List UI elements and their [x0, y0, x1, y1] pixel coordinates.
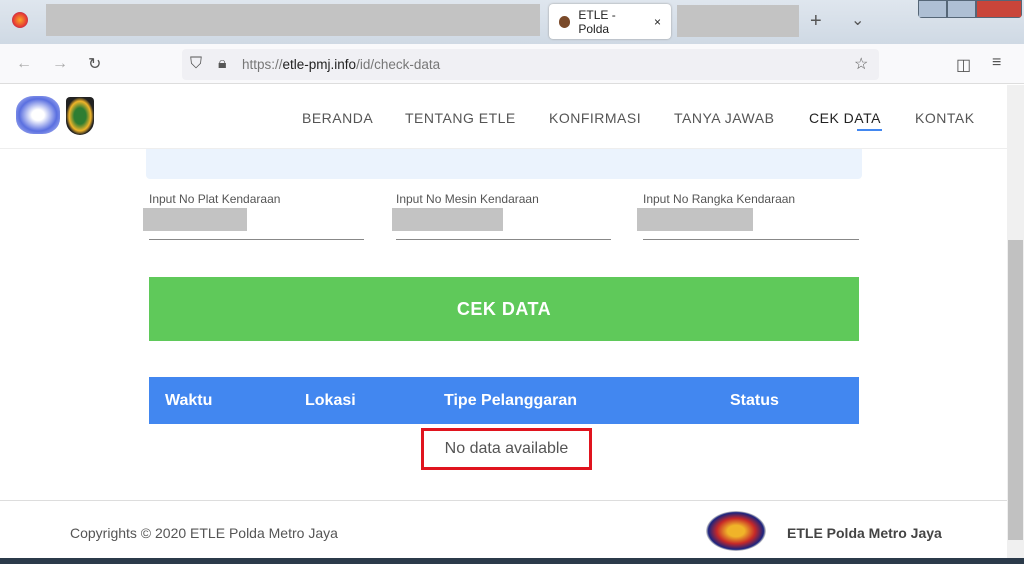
copyright-text: Copyrights © 2020 ETLE Polda Metro Jaya [70, 525, 338, 541]
url-path: /id/check-data [356, 57, 441, 72]
rangka-label: Input No Rangka Kendaraan [643, 192, 796, 206]
nav-tentang-etle[interactable]: TENTANG ETLE [405, 110, 516, 126]
mesin-input[interactable] [396, 239, 611, 240]
restore-button[interactable] [947, 0, 977, 18]
back-icon[interactable]: ← [16, 55, 32, 73]
minimize-button[interactable] [918, 0, 948, 18]
menu-icon[interactable]: ≡ [992, 54, 1001, 72]
redacted-tabs[interactable] [46, 4, 540, 36]
nav-cek-data[interactable]: CEK DATA [809, 110, 881, 126]
logo-polda[interactable] [66, 97, 94, 135]
table-header: Waktu Lokasi Tipe Pelanggaran Status [149, 377, 859, 424]
taskbar [0, 558, 1024, 564]
nav-kontak[interactable]: KONTAK [915, 110, 975, 126]
close-window-button[interactable] [976, 0, 1022, 18]
footer: Copyrights © 2020 ETLE Polda Metro Jaya … [0, 500, 1007, 558]
tab-active[interactable]: ETLE - Polda × [549, 4, 671, 39]
firefox-icon[interactable] [12, 12, 28, 28]
mesin-label: Input No Mesin Kendaraan [396, 192, 539, 206]
rangka-input-value[interactable] [637, 208, 753, 231]
url-scheme: https:// [242, 57, 283, 72]
site-favicon-icon [559, 15, 571, 28]
nav-beranda[interactable]: BERANDA [302, 110, 373, 126]
nav-active-indicator [857, 129, 882, 131]
pocket-icon[interactable]: ◫ [956, 55, 971, 75]
new-tab-icon[interactable]: + [810, 10, 822, 33]
col-tipe-pelanggaran[interactable]: Tipe Pelanggaran [444, 392, 577, 410]
col-waktu[interactable]: Waktu [165, 392, 212, 410]
url-host: etle-pmj.info [282, 57, 357, 72]
no-data-message: No data available [421, 428, 592, 470]
window-controls [918, 0, 1022, 18]
info-panel [146, 149, 862, 179]
mesin-input-value[interactable] [392, 208, 503, 231]
plat-input-value[interactable] [143, 208, 247, 231]
list-tabs-icon[interactable]: ⌄ [851, 10, 864, 30]
col-lokasi[interactable]: Lokasi [305, 392, 356, 410]
plat-input[interactable] [149, 239, 364, 240]
forward-icon[interactable]: → [52, 55, 68, 73]
rangka-input[interactable] [643, 239, 859, 240]
bookmark-star-icon[interactable]: ☆ [854, 54, 868, 74]
lock-icon[interactable]: 🔒︎ [218, 55, 227, 73]
cek-data-button[interactable]: CEK DATA [149, 277, 859, 341]
reload-icon[interactable]: ↻ [88, 54, 101, 74]
url-bar[interactable]: https://etle-pmj.info/id/check-data [182, 49, 879, 80]
redacted-tab[interactable] [677, 5, 799, 37]
tab-title: ETLE - Polda [578, 7, 616, 36]
footer-brand: ETLE Polda Metro Jaya [787, 525, 942, 541]
shield-icon[interactable]: ⛉ [190, 55, 202, 73]
nav-konfirmasi[interactable]: KONFIRMASI [549, 110, 641, 126]
tab-close-icon[interactable]: × [654, 15, 661, 29]
scrollbar-thumb[interactable] [1008, 240, 1023, 540]
col-status[interactable]: Status [730, 392, 779, 410]
logo-korlantas[interactable] [16, 96, 60, 134]
nav-tanya-jawab[interactable]: TANYA JAWAB [674, 110, 774, 126]
plat-label: Input No Plat Kendaraan [149, 192, 281, 206]
etle-logo [706, 511, 766, 551]
